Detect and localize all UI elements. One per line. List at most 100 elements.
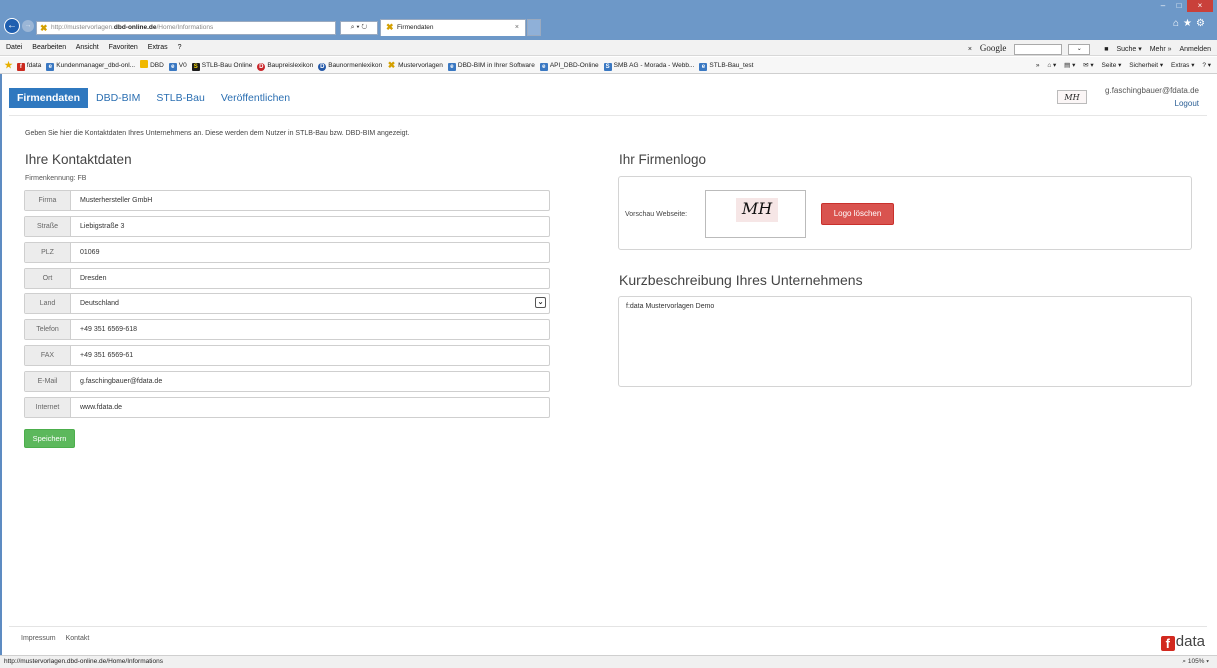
tab-firmendaten[interactable]: ✖ Firmendaten × xyxy=(380,19,526,36)
favorite-label: Baupreislexikon xyxy=(267,62,314,69)
user-company-logo: MH xyxy=(1057,90,1087,104)
field-label: E-Mail xyxy=(25,372,71,391)
favorite-label: fdata xyxy=(26,62,42,69)
favorite-item[interactable]: e V0 xyxy=(168,62,187,71)
field-fax: FAX +49 351 6569-61 xyxy=(24,345,550,366)
cmd-security[interactable]: Sicherheit ▾ xyxy=(1129,62,1163,69)
company-code: Firmenkennung: FB xyxy=(25,175,87,182)
description-heading: Kurzbeschreibung Ihres Unternehmens xyxy=(619,272,863,288)
favorites-star-icon[interactable]: ★ xyxy=(4,61,13,70)
favorite-item[interactable]: e STLB-Bau_test xyxy=(699,62,754,71)
favorite-icon: S xyxy=(191,63,200,71)
fdata-logo-mark: f xyxy=(1160,636,1175,651)
nav-divider xyxy=(9,115,1207,116)
logo-panel: Vorschau Webseite: MH Logo löschen xyxy=(618,176,1192,250)
favorite-icon: ✖ xyxy=(387,60,396,70)
field-plz: PLZ 01069 xyxy=(24,242,550,263)
favorite-label: DBD-BIM in Ihrer Software xyxy=(457,62,535,69)
favorite-icon: e xyxy=(447,63,456,71)
forward-icon[interactable]: → xyxy=(22,20,34,32)
favorite-icon: e xyxy=(699,63,708,71)
google-search-dropdown[interactable]: ⌄ xyxy=(1068,43,1091,55)
menu-bearbeiten[interactable]: Bearbeiten xyxy=(32,44,66,51)
favorite-icon: D xyxy=(318,63,327,71)
favorite-item[interactable]: D Baupreislexikon xyxy=(257,62,314,71)
minimize-button[interactable]: – xyxy=(1155,0,1171,12)
logout-link[interactable]: Logout xyxy=(1175,99,1199,108)
nav-stlb-bau[interactable]: STLB-Bau xyxy=(148,88,212,108)
favorite-label: Baunormenlexikon xyxy=(328,62,383,69)
app-navigation: Firmendaten DBD-BIM STLB-Bau Veröffentli… xyxy=(9,88,298,108)
field-label: Straße xyxy=(25,217,71,236)
favorite-item[interactable]: S SMB AG - Morada - Webb... xyxy=(603,62,694,71)
tab-close-icon[interactable]: × xyxy=(515,20,519,36)
menu-extras[interactable]: Extras xyxy=(148,44,168,51)
favorite-label: Kundenmanager_dbd-onl... xyxy=(56,62,136,69)
logo-preview: MH xyxy=(705,190,806,238)
address-tools[interactable]: ⌕ ▾ ↻ xyxy=(340,21,378,35)
google-search-icon: ■ xyxy=(1104,46,1109,53)
google-login-link[interactable]: Anmelden xyxy=(1179,46,1211,53)
address-bar[interactable]: ✖ http://mustervorlagen.dbd-online.de/Ho… xyxy=(36,21,336,35)
field-label: PLZ xyxy=(25,243,71,262)
land-select[interactable]: Deutschland ⌄ xyxy=(71,294,549,313)
menu-datei[interactable]: Datei xyxy=(6,44,22,51)
url-domain: dbd-online.de xyxy=(113,24,157,31)
cmd-help-icon[interactable]: ? ▾ xyxy=(1202,62,1211,69)
maximize-button[interactable]: □ xyxy=(1171,0,1187,12)
chevron-down-icon[interactable]: ⌄ xyxy=(535,297,546,308)
menu-favoriten[interactable]: Favoriten xyxy=(109,44,138,51)
description-textarea[interactable]: f:data Mustervorlagen Demo xyxy=(618,296,1192,387)
internet-input[interactable]: www.fdata.de xyxy=(71,398,549,417)
favorite-label: Mustervorlagen xyxy=(398,62,443,69)
favorites-bar: ★ f fdata e Kundenmanager_dbd-onl... DBD e V0 S… xyxy=(0,57,1217,74)
google-search-button[interactable]: ■ Suche ▾ xyxy=(1098,46,1142,53)
favorites-more-icon[interactable]: » xyxy=(1036,62,1040,69)
telefon-input[interactable]: +49 351 6569-618 xyxy=(71,320,549,339)
strasse-input[interactable]: Liebigstraße 3 xyxy=(71,217,549,236)
favorite-item[interactable]: f fdata xyxy=(16,62,42,71)
favorite-label: DBD xyxy=(150,62,164,69)
nav-dbd-bim[interactable]: DBD-BIM xyxy=(88,88,148,108)
favorite-label: STLB-Bau_test xyxy=(709,62,754,69)
favorite-item[interactable]: e Kundenmanager_dbd-onl... xyxy=(46,62,136,71)
kontakt-link[interactable]: Kontakt xyxy=(66,635,90,642)
new-tab-button[interactable] xyxy=(527,19,541,36)
firma-input[interactable]: Musterhersteller GmbH xyxy=(71,191,549,210)
google-toolbar-close-icon[interactable]: × xyxy=(968,46,972,53)
plz-input[interactable]: 01069 xyxy=(71,243,549,262)
favorite-item[interactable]: D Baunormenlexikon xyxy=(318,62,383,71)
google-more-button[interactable]: Mehr » xyxy=(1150,46,1172,53)
menu-ansicht[interactable]: Ansicht xyxy=(76,44,99,51)
nav-firmendaten[interactable]: Firmendaten xyxy=(9,88,89,108)
favorite-item[interactable]: S STLB-Bau Online xyxy=(191,62,252,71)
window-controls: – □ × xyxy=(1155,0,1213,12)
user-email: g.faschingbauer@fdata.de xyxy=(1105,86,1199,95)
cmd-mail-icon[interactable]: ✉ ▾ xyxy=(1083,62,1094,69)
fax-input[interactable]: +49 351 6569-61 xyxy=(71,346,549,365)
delete-logo-button[interactable]: Logo löschen xyxy=(821,203,894,225)
cmd-home-icon[interactable]: ⌂ ▾ xyxy=(1047,62,1056,69)
ort-input[interactable]: Dresden xyxy=(71,269,549,288)
cmd-feeds-icon[interactable]: ▤ ▾ xyxy=(1064,62,1075,69)
back-icon[interactable]: ← xyxy=(4,18,20,34)
menu-help[interactable]: ? xyxy=(178,44,182,51)
google-search-input[interactable] xyxy=(1014,43,1063,55)
cmd-tools[interactable]: Extras ▾ xyxy=(1171,62,1195,69)
fdata-logo-text: data xyxy=(1175,633,1205,650)
zoom-level[interactable]: ⌕ 105% ▾ xyxy=(1182,656,1209,668)
cmd-page[interactable]: Seite ▾ xyxy=(1102,62,1122,69)
favorite-icon: e xyxy=(168,63,177,71)
favorite-item[interactable]: DBD xyxy=(140,60,164,69)
close-window-button[interactable]: × xyxy=(1187,0,1213,12)
favorite-item[interactable]: e API_DBD-Online xyxy=(539,62,599,71)
email-input[interactable]: g.faschingbauer@fdata.de xyxy=(71,372,549,391)
impressum-link[interactable]: Impressum xyxy=(21,635,56,642)
nav-veroeffentlichen[interactable]: Veröffentlichen xyxy=(213,88,298,108)
url-prefix: http://mustervorlagen. xyxy=(51,24,114,31)
save-button[interactable]: Speichern xyxy=(24,429,75,448)
favorite-item[interactable]: ✖ Mustervorlagen xyxy=(387,60,443,70)
home-favorites-settings-icons[interactable]: ⌂★⚙ xyxy=(1173,18,1209,29)
status-bar: http://mustervorlagen.dbd-online.de/Home… xyxy=(0,655,1217,668)
favorite-item[interactable]: e DBD-BIM in Ihrer Software xyxy=(447,62,535,71)
